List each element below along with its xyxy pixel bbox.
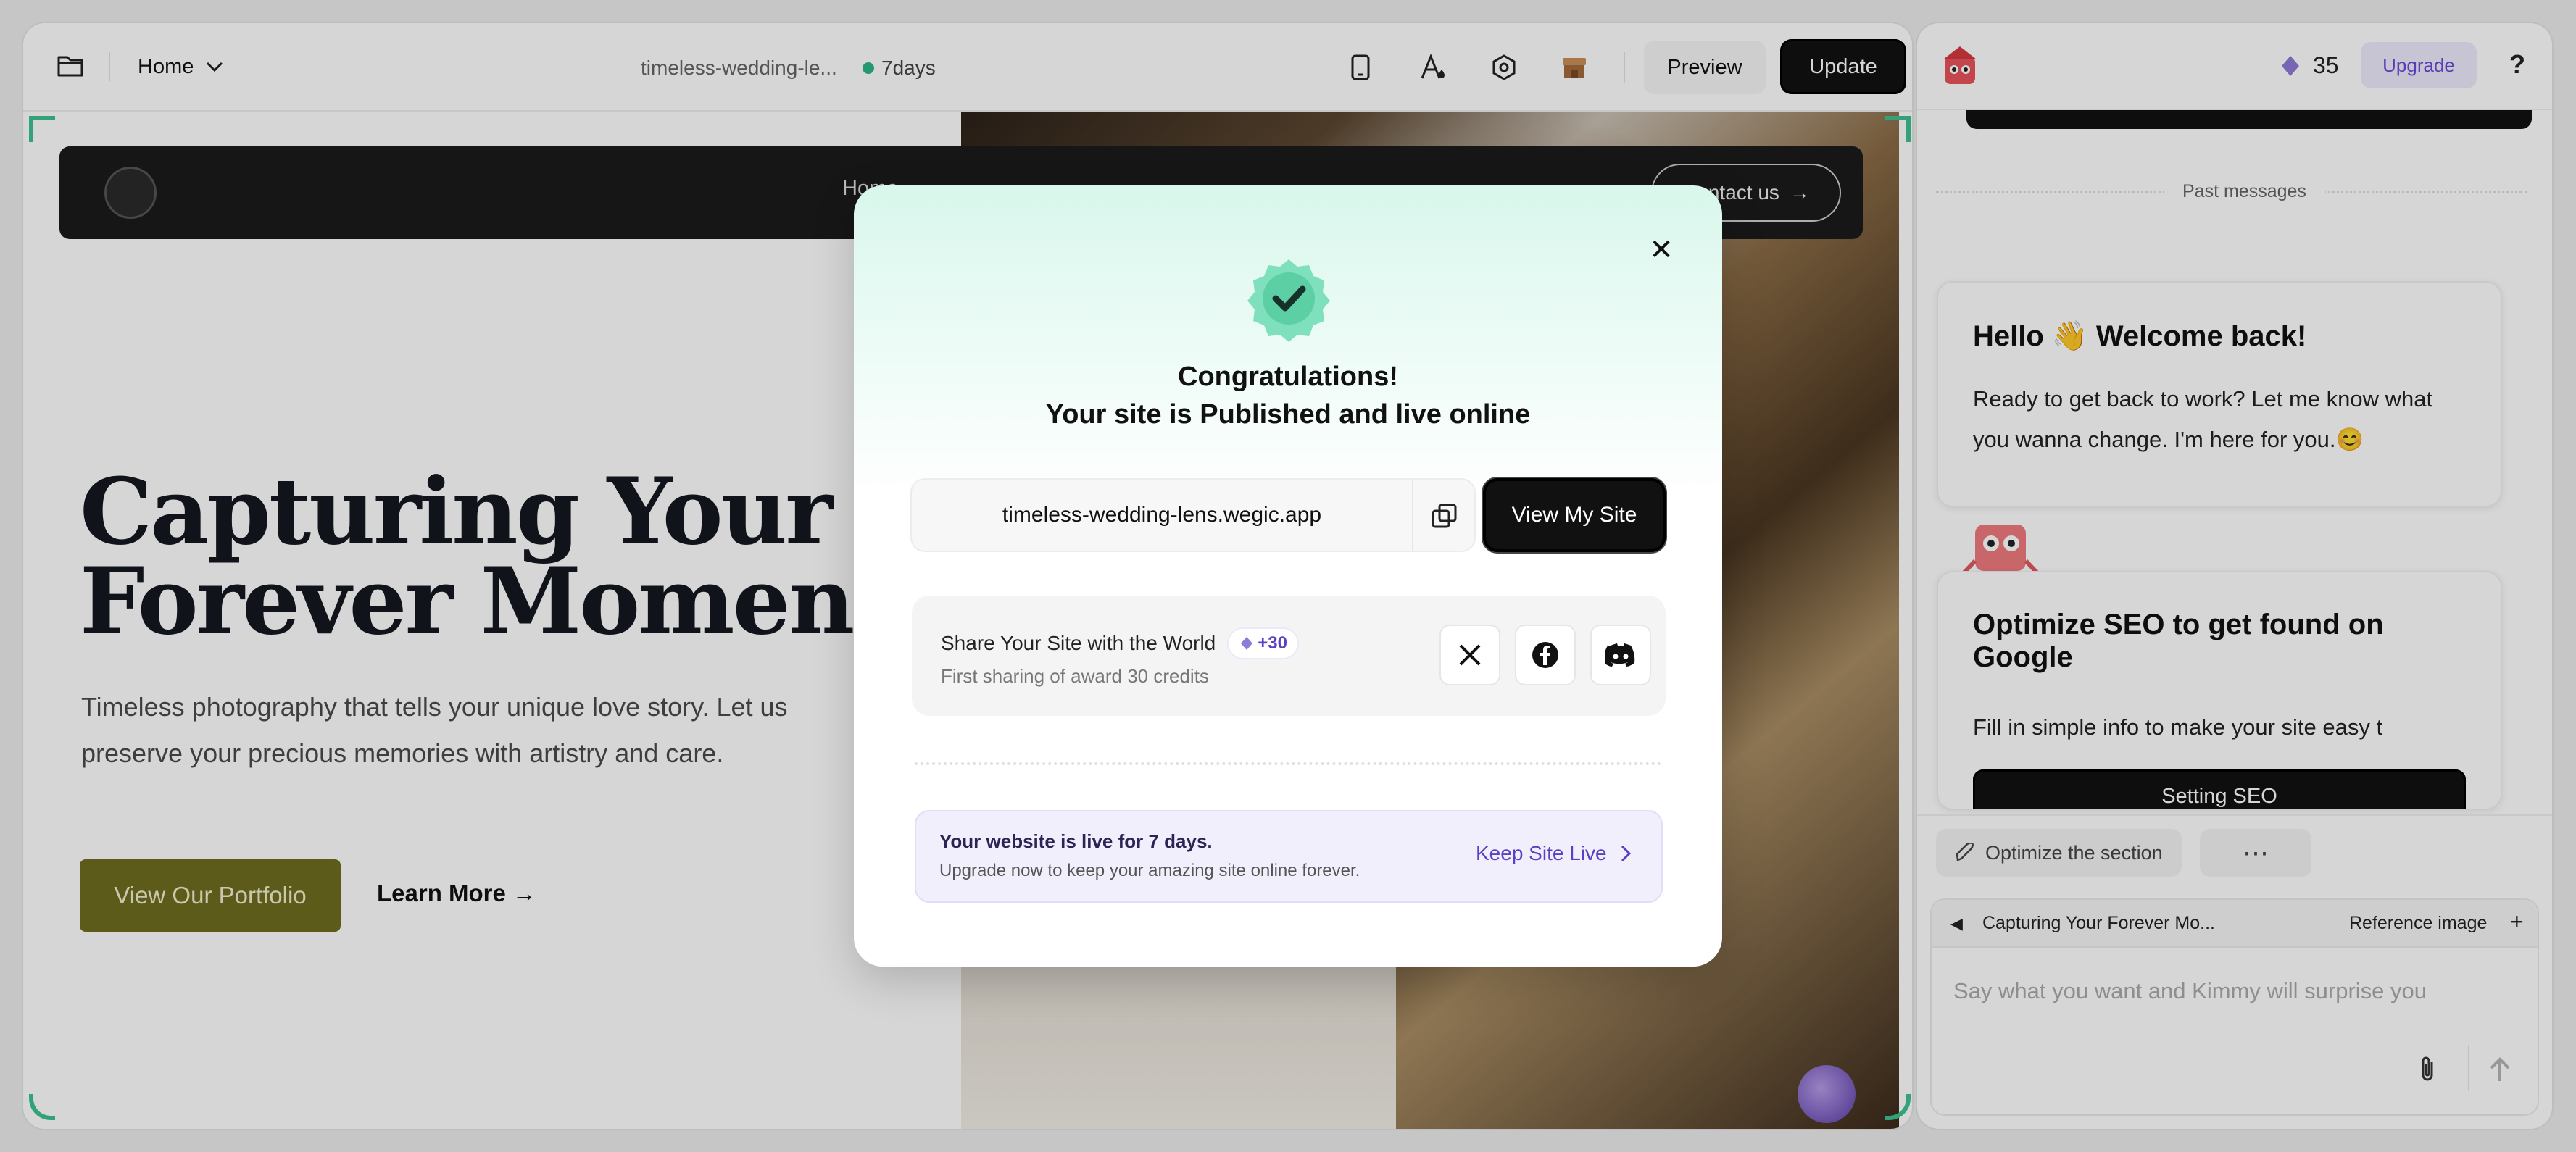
- share-panel: Share Your Site with the World +30 First…: [912, 596, 1666, 716]
- keep-site-live-label: Keep Site Live: [1476, 842, 1607, 864]
- publish-success-modal: ✕ Congratulations! Your site is Publishe…: [854, 185, 1722, 967]
- credits-badge-value: +30: [1258, 633, 1287, 653]
- credits-badge: +30: [1227, 627, 1299, 659]
- live-notice-subtitle: Upgrade now to keep your amazing site on…: [939, 861, 1360, 880]
- view-my-site-button[interactable]: View My Site: [1483, 478, 1666, 552]
- site-url-field: timeless-wedding-lens.wegic.app: [910, 478, 1476, 552]
- chevron-right-icon: [1620, 844, 1632, 863]
- verified-badge-icon: [1245, 255, 1332, 342]
- live-notice-title: Your website is live for 7 days.: [939, 830, 1213, 852]
- keep-site-live-button[interactable]: Keep Site Live: [1476, 842, 1632, 865]
- modal-title-line2: Your site is Published and live online: [1045, 399, 1531, 430]
- site-live-notice: Your website is live for 7 days. Upgrade…: [915, 810, 1663, 903]
- close-icon[interactable]: ✕: [1645, 233, 1677, 267]
- diamond-icon: [1241, 637, 1253, 650]
- share-subtitle: First sharing of award 30 credits: [941, 665, 1209, 687]
- modal-title: Congratulations! Your site is Published …: [854, 358, 1722, 433]
- copy-icon[interactable]: [1431, 503, 1458, 530]
- facebook-icon[interactable]: [1515, 625, 1576, 685]
- site-url-text: timeless-wedding-lens.wegic.app: [1002, 503, 1322, 527]
- discord-icon[interactable]: [1590, 625, 1651, 685]
- x-logo-icon[interactable]: [1439, 625, 1500, 685]
- share-title: Share Your Site with the World: [941, 632, 1216, 654]
- modal-divider: [915, 762, 1661, 765]
- modal-title-line1: Congratulations!: [1178, 362, 1398, 392]
